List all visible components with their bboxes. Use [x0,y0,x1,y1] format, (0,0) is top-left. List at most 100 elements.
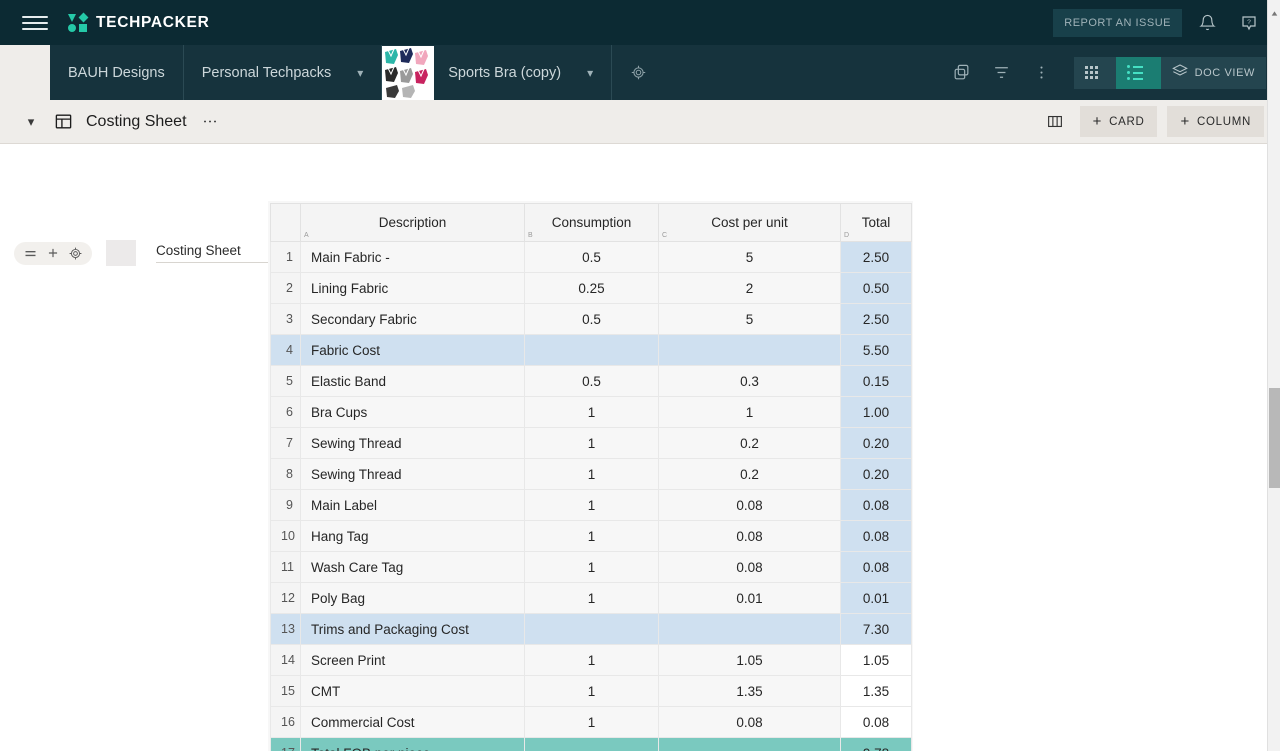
cell-cost-per-unit[interactable]: 0.08 [658,706,841,738]
columns-icon[interactable] [1040,109,1070,135]
table-row[interactable]: 17Total FOB per piece 9.78 [270,737,912,751]
cell-description[interactable]: Sewing Thread [300,427,525,459]
column-header-total[interactable]: Total D [840,203,912,242]
cell-consumption[interactable] [524,334,659,366]
column-header-cost-per-unit[interactable]: Cost per unit C [658,203,841,242]
gear-icon[interactable] [68,246,83,261]
cell-cost-per-unit[interactable]: 0.08 [658,551,841,583]
cell-consumption[interactable]: 1 [524,644,659,676]
plus-icon[interactable] [46,246,60,260]
cell-consumption[interactable]: 0.5 [524,365,659,397]
cell-consumption[interactable]: 1 [524,520,659,552]
cell-total[interactable]: 0.50 [840,272,912,304]
cell-description[interactable]: Hang Tag [300,520,525,552]
chevron-down-icon[interactable]: ▾ [357,66,363,80]
view-grid-button[interactable] [1074,57,1116,89]
cell-total[interactable]: 1.35 [840,675,912,707]
gear-icon[interactable] [612,45,665,100]
cell-cost-per-unit[interactable]: 0.08 [658,520,841,552]
add-column-button[interactable]: + COLUMN [1167,106,1264,137]
table-row[interactable]: 9 Main Label 1 0.08 0.08 [270,489,912,521]
breadcrumb-folder[interactable]: Personal Techpacks ▾ [184,45,383,100]
cell-consumption[interactable]: 1 [524,706,659,738]
duplicate-icon[interactable] [944,55,980,91]
cell-description[interactable]: Total FOB per piece [300,737,525,751]
sheet-more-icon[interactable]: ⋮ [202,114,219,130]
cell-cost-per-unit[interactable]: 0.3 [658,365,841,397]
cell-total[interactable]: 0.15 [840,365,912,397]
cell-total[interactable]: 0.08 [840,551,912,583]
cell-consumption[interactable]: 1 [524,582,659,614]
cell-description[interactable]: Trims and Packaging Cost [300,613,525,645]
cell-cost-per-unit[interactable]: 0.2 [658,458,841,490]
report-issue-button[interactable]: REPORT AN ISSUE [1053,8,1182,37]
cell-consumption[interactable]: 1 [524,675,659,707]
page-scrollbar[interactable] [1267,0,1280,751]
cell-cost-per-unit[interactable] [658,613,841,645]
cell-description[interactable]: Screen Print [300,644,525,676]
cell-cost-per-unit[interactable]: 1.05 [658,644,841,676]
notification-bell-icon[interactable] [1190,6,1224,40]
table-row[interactable]: 2 Lining Fabric 0.25 2 0.50 [270,272,912,304]
scrollbar-thumb[interactable] [1269,388,1280,488]
cell-total[interactable]: 0.01 [840,582,912,614]
cell-total[interactable]: 1.00 [840,396,912,428]
cell-cost-per-unit[interactable]: 5 [658,303,841,335]
cell-cost-per-unit[interactable] [658,334,841,366]
cell-cost-per-unit[interactable]: 0.01 [658,582,841,614]
cell-description[interactable]: Main Fabric - [300,241,525,273]
cell-cost-per-unit[interactable]: 2 [658,272,841,304]
cell-consumption[interactable]: 0.25 [524,272,659,304]
cell-consumption[interactable]: 1 [524,396,659,428]
table-row[interactable]: 5 Elastic Band 0.5 0.3 0.15 [270,365,912,397]
column-header-description[interactable]: Description A [300,203,525,242]
cell-description[interactable]: Commercial Cost [300,706,525,738]
help-badge-icon[interactable]: ? [1232,6,1266,40]
cell-total[interactable]: 0.08 [840,520,912,552]
cell-description[interactable]: Elastic Band [300,365,525,397]
table-row[interactable]: 15 CMT 1 1.35 1.35 [270,675,912,707]
cell-total[interactable]: 9.78 [840,737,912,751]
cell-total[interactable]: 2.50 [840,241,912,273]
cell-description[interactable]: Poly Bag [300,582,525,614]
board-layout-icon[interactable] [54,112,73,131]
cell-consumption[interactable]: 1 [524,551,659,583]
chevron-down-icon[interactable]: ▾ [587,66,593,80]
cell-total[interactable]: 1.05 [840,644,912,676]
table-row[interactable]: 8 Sewing Thread 1 0.2 0.20 [270,458,912,490]
card-rail-item[interactable]: Costing Sheet [14,240,300,266]
cell-consumption[interactable]: 1 [524,458,659,490]
cell-description[interactable]: Fabric Cost [300,334,525,366]
filter-icon[interactable] [984,55,1020,91]
cell-consumption[interactable]: 0.5 [524,241,659,273]
chevron-down-icon[interactable]: ▾ [16,114,46,130]
cell-total[interactable]: 2.50 [840,303,912,335]
cell-consumption[interactable]: 0.5 [524,303,659,335]
table-row[interactable]: 4 Fabric Cost 5.50 [270,334,912,366]
cell-consumption[interactable] [524,613,659,645]
table-row[interactable]: 14 Screen Print 1 1.05 1.05 [270,644,912,676]
breadcrumb-workspace[interactable]: BAUH Designs [50,45,184,100]
cell-cost-per-unit[interactable] [658,737,841,751]
cell-description[interactable]: Main Label [300,489,525,521]
cell-description[interactable]: CMT [300,675,525,707]
cell-total[interactable]: 0.20 [840,458,912,490]
drag-handle-icon[interactable] [23,246,38,261]
cell-cost-per-unit[interactable]: 1 [658,396,841,428]
cell-total[interactable]: 0.08 [840,489,912,521]
cell-description[interactable]: Lining Fabric [300,272,525,304]
add-card-button[interactable]: + CARD [1079,106,1158,137]
cell-cost-per-unit[interactable]: 5 [658,241,841,273]
cell-total[interactable]: 7.30 [840,613,912,645]
table-corner-cell[interactable] [270,203,301,242]
cell-total[interactable]: 5.50 [840,334,912,366]
table-row[interactable]: 12 Poly Bag 1 0.01 0.01 [270,582,912,614]
cell-total[interactable]: 0.20 [840,427,912,459]
cell-description[interactable]: Bra Cups [300,396,525,428]
table-row[interactable]: 11 Wash Care Tag 1 0.08 0.08 [270,551,912,583]
table-row[interactable]: 16 Commercial Cost 1 0.08 0.08 [270,706,912,738]
hamburger-icon[interactable] [22,10,48,36]
table-row[interactable]: 1 Main Fabric -0.5 5 2.50 [270,241,912,273]
cell-description[interactable]: Secondary Fabric [300,303,525,335]
table-row[interactable]: 10 Hang Tag 1 0.08 0.08 [270,520,912,552]
